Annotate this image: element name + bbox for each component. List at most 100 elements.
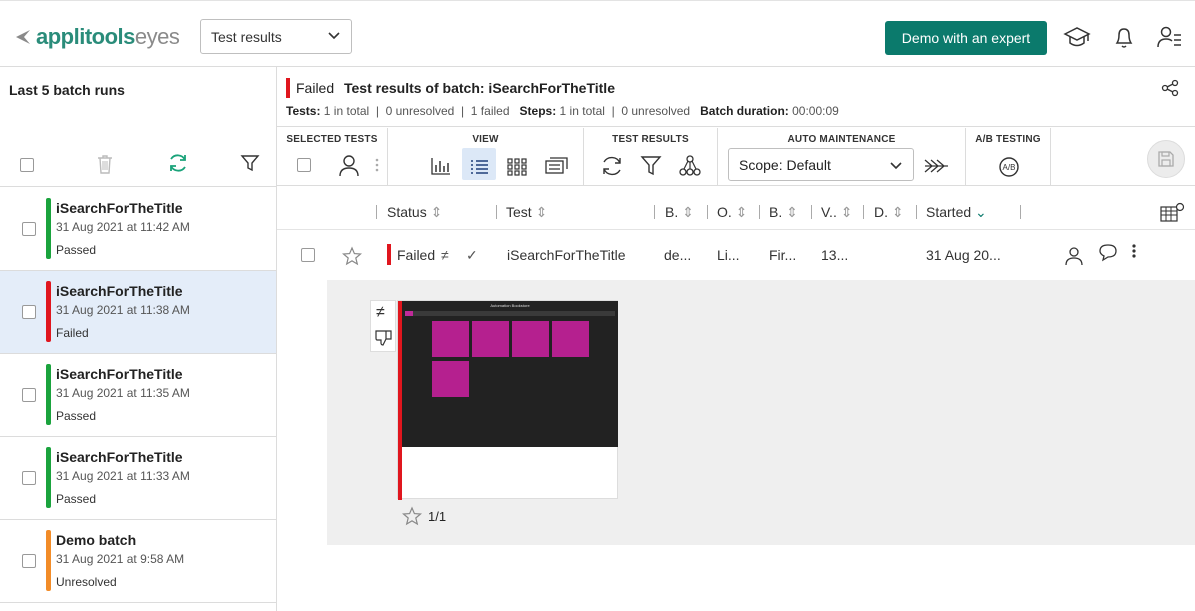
batch-status-bar [46, 281, 51, 342]
sync-icon[interactable] [597, 152, 627, 180]
column-label: D. [874, 204, 888, 220]
batch-status: Failed [56, 326, 89, 340]
accepted-check-icon[interactable]: ✓ [466, 247, 478, 264]
column-viewport[interactable]: V.. ⇕ [821, 204, 852, 221]
batch-checkbox[interactable] [22, 471, 36, 485]
thumbnail-tools: ≠ [370, 300, 396, 352]
comment-icon[interactable] [1097, 241, 1119, 263]
page-selector-value: Test results [211, 29, 282, 45]
column-device[interactable]: D. ⇕ [874, 204, 904, 221]
preview-book-tile [512, 321, 549, 357]
group-by-icon[interactable] [675, 152, 705, 180]
more-vertical-icon[interactable] [1129, 242, 1139, 262]
more-vertical-icon[interactable] [372, 152, 382, 180]
graduation-cap-icon[interactable] [1063, 23, 1091, 51]
star-icon[interactable] [342, 246, 362, 266]
apply-maintenance-icon[interactable] [922, 152, 952, 180]
batch-name: iSearchForTheTitle [56, 366, 183, 382]
batch-name: iSearchForTheTitle [56, 449, 183, 465]
batch-date: 31 Aug 2021 at 11:33 AM [56, 469, 190, 483]
sort-icon: ⇕ [682, 204, 694, 220]
batch-item[interactable]: Demo batch 31 Aug 2021 at 9:58 AM Unreso… [0, 520, 276, 603]
bell-icon[interactable] [1110, 23, 1138, 51]
refresh-icon[interactable] [167, 152, 189, 174]
auto-maintenance-group: AUTO MAINTENANCE Scope: Default [718, 128, 966, 186]
scope-select[interactable]: Scope: Default [728, 148, 914, 181]
batch-item-selected[interactable]: iSearchForTheTitle 31 Aug 2021 at 11:38 … [0, 271, 276, 354]
select-all-batches-checkbox[interactable] [20, 158, 34, 172]
batch-status-bar [46, 198, 51, 259]
select-tests-checkbox[interactable] [297, 158, 311, 172]
step-thumbnail[interactable]: Automation Bookstore [397, 300, 618, 500]
batch-checkbox[interactable] [22, 222, 36, 236]
batch-item[interactable]: iSearchForTheTitle 31 Aug 2021 at 11:35 … [0, 354, 276, 437]
view-label: VIEW [472, 134, 499, 145]
applitools-logo[interactable]: applitoolseyes [14, 24, 180, 50]
row-started: 31 Aug 20... [926, 247, 1001, 263]
selected-tests-label: SELECTED TESTS [286, 134, 378, 145]
filter-icon[interactable] [240, 153, 260, 173]
batch-item[interactable]: iSearchForTheTitle 31 Aug 2021 at 11:42 … [0, 188, 276, 271]
batch-sidebar: Last 5 batch runs iSearchForTheTitle 31 … [0, 67, 277, 611]
diff-icon[interactable]: ≠ [441, 247, 449, 263]
batch-status-bar [46, 447, 51, 508]
row-status-bar [387, 244, 391, 265]
sort-icon: ⇕ [535, 204, 548, 220]
logo-mark-icon [16, 30, 30, 44]
bar-chart-view-icon[interactable] [426, 152, 456, 180]
batch-header: Failed Test results of batch: iSearchFor… [277, 67, 1195, 127]
column-label: O. [717, 204, 732, 220]
table-row[interactable]: Failed ≠ ✓ iSearchForTheTitle de... Li..… [277, 231, 1195, 279]
filter-results-icon[interactable] [636, 152, 666, 180]
user-settings-icon[interactable] [1155, 23, 1183, 51]
batch-checkbox[interactable] [22, 305, 36, 319]
row-os: Li... [717, 247, 740, 263]
column-separator [707, 205, 708, 219]
demo-with-expert-button[interactable]: Demo with an expert [885, 21, 1047, 55]
row-checkbox[interactable] [301, 248, 315, 262]
comments-view-icon[interactable] [541, 152, 571, 180]
batch-item[interactable]: iSearchForTheTitle 31 Aug 2021 at 11:33 … [0, 437, 276, 520]
share-icon[interactable] [1161, 79, 1179, 97]
page-selector[interactable]: Test results [200, 19, 352, 54]
save-button[interactable] [1147, 140, 1185, 178]
scope-value: Scope: Default [739, 157, 831, 173]
row-browser: de... [664, 247, 692, 263]
batch-name: Demo batch [56, 532, 137, 548]
star-icon[interactable] [402, 506, 422, 526]
ab-testing-group: A/B TESTING A/B [966, 128, 1051, 186]
column-test[interactable]: Test ⇕ [506, 204, 547, 221]
tests-failed: 1 failed [470, 104, 510, 118]
batch-checkbox[interactable] [22, 554, 36, 568]
thumbnail-footer: 1/1 [402, 506, 446, 526]
column-browser[interactable]: B. ⇕ [665, 204, 694, 221]
column-os[interactable]: O. ⇕ [717, 204, 747, 221]
user-icon[interactable] [334, 152, 364, 180]
grid-view-icon[interactable] [502, 152, 532, 180]
steps-total: 1 in total [559, 104, 605, 118]
column-branch[interactable]: B. ⇕ [769, 204, 798, 221]
batch-date: 31 Aug 2021 at 11:38 AM [56, 303, 190, 317]
diff-icon[interactable]: ≠ [376, 304, 385, 322]
row-viewport: 13... [821, 247, 849, 263]
batch-date: 31 Aug 2021 at 11:42 AM [56, 220, 190, 234]
column-label: Status [387, 204, 427, 220]
batch-name: iSearchForTheTitle [56, 283, 183, 299]
column-started[interactable]: Started ⌄ [926, 204, 987, 221]
assign-user-icon[interactable] [1063, 245, 1085, 267]
preview-search-bar [405, 311, 615, 316]
batch-checkbox[interactable] [22, 388, 36, 402]
preview-search-highlight [405, 311, 413, 316]
column-settings-icon[interactable] [1159, 201, 1187, 223]
svg-text:A/B: A/B [1003, 163, 1016, 172]
thumbs-down-icon[interactable] [374, 328, 394, 348]
row-branch: Fir... [769, 247, 797, 263]
trash-icon[interactable] [95, 153, 115, 175]
table-header: Status ⇕ Test ⇕ B. ⇕ O. ⇕ B. ⇕ V.. ⇕ D. … [277, 187, 1195, 230]
logo-brand-text: applitools [36, 24, 135, 49]
ab-testing-label: A/B TESTING [975, 134, 1041, 145]
ab-testing-icon[interactable]: A/B [994, 152, 1024, 180]
list-view-icon[interactable] [464, 152, 494, 180]
batch-status: Passed [56, 243, 97, 257]
column-status[interactable]: Status ⇕ [387, 204, 442, 221]
